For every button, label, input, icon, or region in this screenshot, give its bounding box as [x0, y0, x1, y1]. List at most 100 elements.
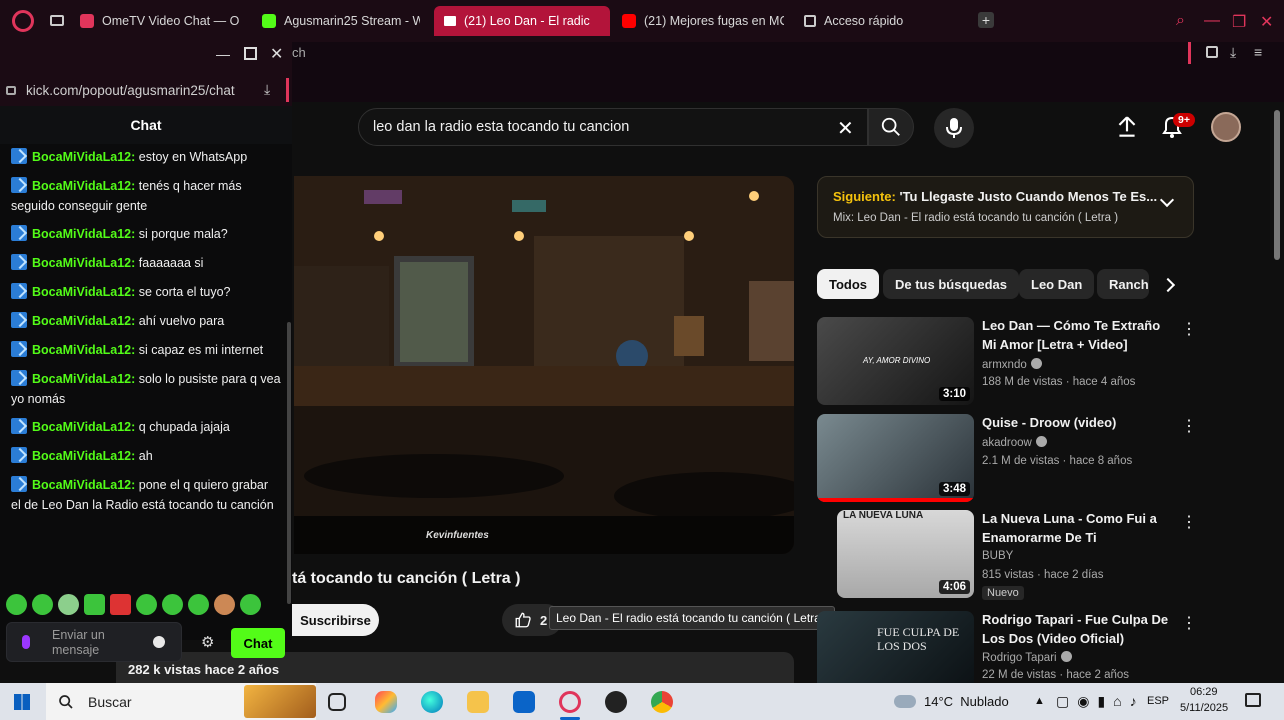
- close-icon[interactable]: ✕: [270, 44, 283, 64]
- video-player[interactable]: Kevinfuentes: [294, 176, 794, 554]
- opera-logo-icon[interactable]: [12, 10, 34, 32]
- list-item[interactable]: 3:48 Quise - Droow (video) akadroow 2.1 …: [817, 414, 1197, 504]
- search-input[interactable]: leo dan la radio esta tocando tu cancion…: [358, 108, 868, 146]
- opera-icon[interactable]: [559, 691, 581, 713]
- chat-message-input[interactable]: Enviar un mensaje: [6, 622, 182, 662]
- tray-icons[interactable]: ▢◉▮⌂♪: [1056, 693, 1145, 710]
- minimize-icon[interactable]: —: [216, 46, 230, 62]
- download-icon[interactable]: ⤓: [1230, 44, 1236, 61]
- emote-icon[interactable]: [110, 594, 131, 615]
- clock-time[interactable]: 06:29: [1190, 686, 1218, 698]
- description-box[interactable]: 282 k vistas hace 2 años: [116, 652, 794, 683]
- menu-icon[interactable]: ≡: [1254, 44, 1262, 60]
- chevron-down-icon[interactable]: [1159, 192, 1175, 208]
- emote-icon[interactable]: [6, 594, 27, 615]
- voice-search-button[interactable]: [934, 108, 974, 148]
- language-indicator[interactable]: ESP: [1147, 695, 1169, 707]
- tab-mejores-fugas[interactable]: (21) Mejores fugas en MC: [622, 6, 784, 36]
- mic-icon[interactable]: [22, 635, 30, 649]
- maximize-icon[interactable]: ❐: [1232, 12, 1246, 32]
- emote-icon[interactable]: [84, 594, 105, 615]
- close-icon[interactable]: ✕: [1260, 12, 1273, 32]
- emoji-icon[interactable]: [153, 636, 165, 648]
- tab-kick-stream[interactable]: Agusmarin25 Stream - W: [262, 6, 420, 36]
- channel-name[interactable]: Rodrigo Tapari: [982, 651, 1072, 664]
- chat-username[interactable]: BocaMiVidaLa12:: [32, 285, 135, 299]
- chrome-icon[interactable]: [651, 691, 673, 713]
- avatar[interactable]: [1211, 112, 1241, 142]
- clear-search-icon[interactable]: ✕: [837, 116, 854, 141]
- chat-username[interactable]: BocaMiVidaLa12:: [32, 343, 135, 357]
- more-options-icon[interactable]: ⋮: [1181, 319, 1197, 339]
- video-title[interactable]: Quise - Droow (video): [982, 414, 1177, 433]
- channel-name[interactable]: akadroow: [982, 436, 1047, 449]
- chat-username[interactable]: BocaMiVidaLa12:: [32, 420, 135, 434]
- list-item[interactable]: LA NUEVA LUNA 4:06 La Nueva Luna - Como …: [817, 510, 1197, 600]
- page-scrollbar[interactable]: [1274, 110, 1280, 260]
- minimize-icon[interactable]: —: [1204, 12, 1220, 30]
- chevron-right-icon[interactable]: [1160, 277, 1176, 293]
- settings-icon[interactable]: ⚙: [201, 633, 214, 651]
- video-thumbnail[interactable]: LA NUEVA LUNA 4:06: [837, 510, 974, 598]
- task-view-icon[interactable]: [328, 693, 346, 711]
- chat-send-button[interactable]: Chat: [231, 628, 285, 658]
- copilot-icon[interactable]: [375, 691, 397, 713]
- emote-icon[interactable]: [162, 594, 183, 615]
- chip-de-tus-busquedas[interactable]: De tus búsquedas: [883, 269, 1019, 299]
- speaker-icon[interactable]: [444, 16, 456, 26]
- list-item[interactable]: AY, AMOR DIVINO 3:10 Leo Dan — Cómo Te E…: [817, 317, 1197, 407]
- video-thumbnail[interactable]: FUE CULPA DE LOS DOS: [817, 611, 974, 683]
- video-thumbnail[interactable]: AY, AMOR DIVINO 3:10: [817, 317, 974, 405]
- chat-username[interactable]: BocaMiVidaLa12:: [32, 227, 135, 241]
- emote-icon[interactable]: [136, 594, 157, 615]
- chat-username[interactable]: BocaMiVidaLa12:: [32, 150, 135, 164]
- emote-icon[interactable]: [32, 594, 53, 615]
- video-title[interactable]: La Nueva Luna - Como Fui a Enamorarme De…: [982, 510, 1177, 547]
- subscribe-button[interactable]: Suscribirse: [292, 604, 379, 636]
- tab-overview-icon[interactable]: [50, 15, 64, 26]
- windows-start-icon[interactable]: [14, 694, 30, 710]
- video-thumbnail[interactable]: 3:48: [817, 414, 974, 502]
- channel-name[interactable]: BUBY: [982, 550, 1013, 562]
- emote-icon[interactable]: [240, 594, 261, 615]
- edge-icon[interactable]: [421, 691, 443, 713]
- chip-leo-dan[interactable]: Leo Dan: [1019, 269, 1095, 299]
- wallet-icon[interactable]: [1206, 46, 1218, 58]
- up-next-card[interactable]: Siguiente: 'Tu Llegaste Justo Cuando Men…: [817, 176, 1194, 238]
- chat-username[interactable]: BocaMiVidaLa12:: [32, 256, 135, 270]
- tab-ometv[interactable]: OmeTV Video Chat — Om: [80, 6, 240, 36]
- new-tab-button[interactable]: +: [978, 12, 994, 28]
- search-button[interactable]: [868, 108, 914, 146]
- emote-icon[interactable]: [58, 594, 79, 615]
- channel-name[interactable]: armxndo: [982, 358, 1042, 371]
- more-options-icon[interactable]: ⋮: [1181, 512, 1197, 532]
- taskbar-search[interactable]: Buscar: [46, 683, 316, 720]
- app-icon[interactable]: [605, 691, 627, 713]
- chat-username[interactable]: BocaMiVidaLa12:: [32, 478, 135, 492]
- chat-username[interactable]: BocaMiVidaLa12:: [32, 372, 135, 386]
- outlook-icon[interactable]: [513, 691, 535, 713]
- more-options-icon[interactable]: ⋮: [1181, 416, 1197, 436]
- tab-acceso-rapido[interactable]: Acceso rápido: [804, 6, 944, 36]
- list-item[interactable]: FUE CULPA DE LOS DOS Rodrigo Tapari - Fu…: [817, 611, 1197, 683]
- notification-center-icon[interactable]: [1245, 693, 1261, 707]
- maximize-icon[interactable]: [244, 47, 257, 60]
- chat-scrollbar[interactable]: [287, 322, 291, 604]
- chevron-up-icon[interactable]: ▲: [1034, 695, 1045, 707]
- chip-todos[interactable]: Todos: [817, 269, 880, 299]
- chat-username[interactable]: BocaMiVidaLa12:: [32, 179, 135, 193]
- weather-text[interactable]: 14°C Nublado: [924, 694, 1009, 709]
- more-options-icon[interactable]: ⋮: [1181, 613, 1197, 633]
- video-title[interactable]: Rodrigo Tapari - Fue Culpa De Los Dos (V…: [982, 611, 1177, 648]
- download-icon[interactable]: ⤓: [264, 81, 270, 98]
- chat-username[interactable]: BocaMiVidaLa12:: [32, 449, 135, 463]
- upload-button[interactable]: [1114, 114, 1140, 145]
- chip-ranch[interactable]: Ranch: [1097, 269, 1149, 299]
- chat-username[interactable]: BocaMiVidaLa12:: [32, 314, 135, 328]
- emote-icon[interactable]: [214, 594, 235, 615]
- clock-date[interactable]: 5/11/2025: [1180, 702, 1228, 714]
- popout-url-bar[interactable]: kick.com/popout/agusmarin25/chat ⤓: [0, 74, 292, 106]
- tab-leo-dan[interactable]: (21) Leo Dan - El radic: [434, 6, 610, 36]
- emote-icon[interactable]: [188, 594, 209, 615]
- file-explorer-icon[interactable]: [467, 691, 489, 713]
